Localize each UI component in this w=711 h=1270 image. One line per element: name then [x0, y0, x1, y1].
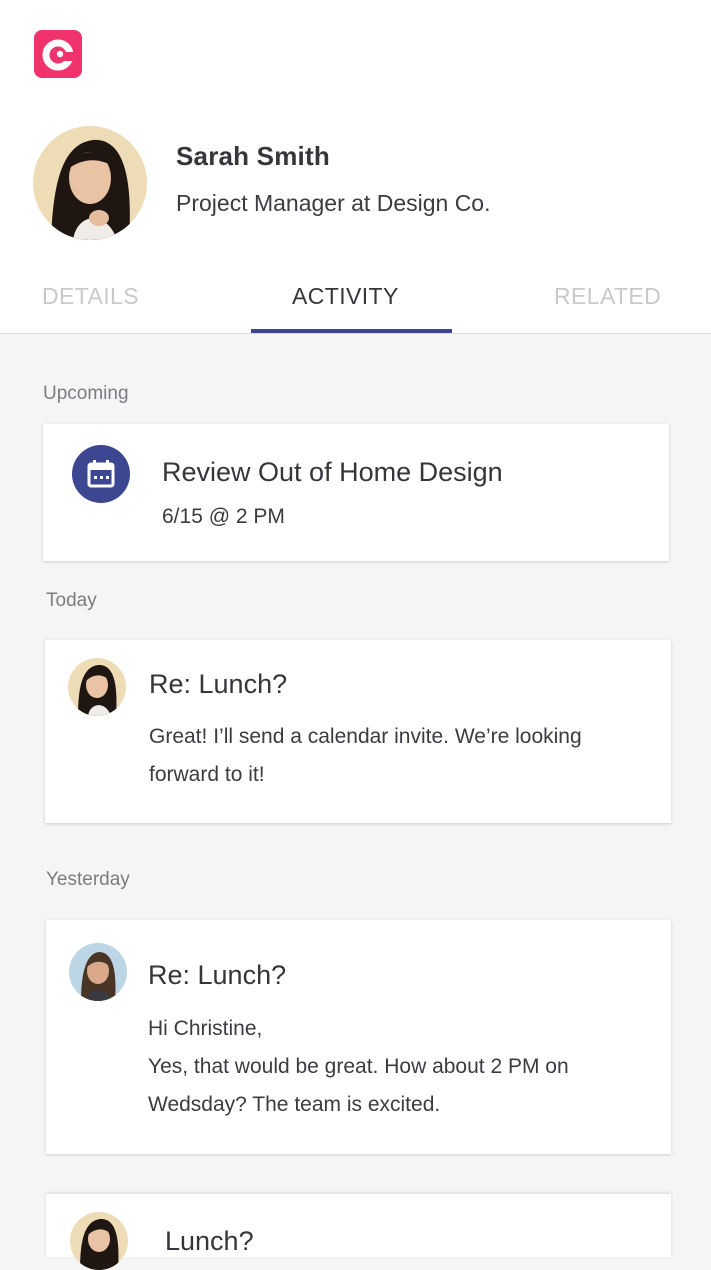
- message-subject: Re: Lunch?: [149, 669, 288, 699]
- tab-activity[interactable]: ACTIVITY: [292, 283, 399, 310]
- logo-c-icon: [42, 39, 75, 71]
- sender-avatar: [69, 943, 127, 1001]
- app-logo[interactable]: [34, 30, 82, 78]
- contact-title: Project Manager at Design Co.: [176, 190, 491, 216]
- tab-divider: [0, 333, 711, 334]
- upcoming-event-card[interactable]: Review Out of Home Design 6/15 @ 2 PM: [43, 424, 669, 561]
- contact-name: Sarah Smith: [176, 141, 330, 171]
- message-subject: Lunch?: [165, 1226, 254, 1256]
- section-yesterday: Yesterday: [46, 869, 130, 890]
- contact-avatar: [33, 126, 147, 240]
- message-line: Hi Christine,: [148, 1017, 263, 1040]
- activity-card-today[interactable]: Re: Lunch? Great! I’ll send a calendar i…: [45, 640, 671, 823]
- sender-avatar: [68, 658, 126, 716]
- message-line: Yes, that would be great. How about 2 PM…: [148, 1055, 569, 1078]
- calendar-icon: [72, 445, 130, 503]
- message-line: forward to it!: [149, 763, 265, 786]
- message-subject: Re: Lunch?: [148, 960, 287, 990]
- event-title: Review Out of Home Design: [162, 457, 503, 487]
- event-datetime: 6/15 @ 2 PM: [162, 505, 285, 528]
- sender-avatar: [70, 1212, 128, 1270]
- header: Sarah Smith Project Manager at Design Co…: [0, 0, 711, 334]
- message-body: Hi Christine, Yes, that would be great. …: [148, 1010, 569, 1124]
- message-line: Great! I’ll send a calendar invite. We’r…: [149, 725, 582, 748]
- section-today: Today: [46, 590, 97, 611]
- section-upcoming: Upcoming: [43, 383, 129, 404]
- message-line: Wedsday? The team is excited.: [148, 1093, 441, 1116]
- activity-card-yesterday[interactable]: Re: Lunch? Hi Christine, Yes, that would…: [46, 920, 671, 1154]
- activity-card-older[interactable]: Lunch?: [46, 1194, 671, 1270]
- tab-details[interactable]: DETAILS: [42, 283, 139, 310]
- message-body: Great! I’ll send a calendar invite. We’r…: [149, 718, 582, 794]
- tab-related[interactable]: RELATED: [554, 283, 661, 310]
